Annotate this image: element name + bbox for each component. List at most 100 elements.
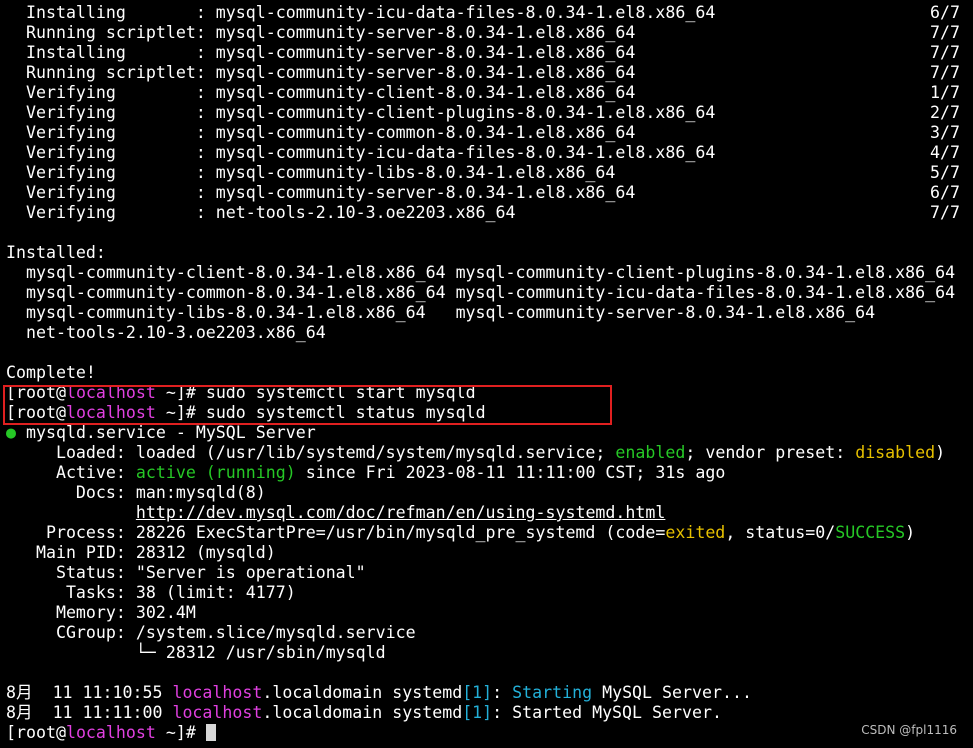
transaction-line: Installing : mysql-community-icu-data-fi… (6, 3, 972, 23)
command-line-start: [root@localhost ~]# sudo systemctl start… (6, 383, 972, 403)
transaction-action: Verifying : (6, 83, 216, 102)
docs-link-line: http://dev.mysql.com/doc/refman/en/using… (6, 503, 972, 523)
transaction-action: Installing : (6, 3, 216, 22)
journal-msg: MySQL Server... (592, 683, 752, 702)
installed-packages-line: mysql-community-client-8.0.34-1.el8.x86_… (6, 263, 956, 282)
current-prompt-line[interactable]: [root@localhost ~]# (6, 723, 972, 743)
installed-packages-line: mysql-community-common-8.0.34-1.el8.x86_… (6, 283, 956, 302)
prompt-close: ~]# (155, 403, 206, 422)
transaction-progress: 2/7 (930, 103, 960, 122)
journal-time: 8月 11 11:10:55 (6, 683, 173, 702)
active-line: Active: active (running) since Fri 2023-… (6, 463, 972, 483)
transaction-line: Verifying : mysql-community-client-8.0.3… (6, 83, 972, 103)
transaction-package: net-tools-2.10-3.oe2203.x86_64 (215, 203, 516, 222)
transaction-action: Verifying : (6, 183, 216, 202)
transaction-package: mysql-community-server-8.0.34-1.el8.x86_… (215, 183, 636, 202)
command-text: sudo systemctl start mysqld (205, 383, 476, 402)
journal-host: localhost (172, 703, 263, 722)
cgroup-line: CGroup: /system.slice/mysqld.service (6, 623, 416, 642)
journal-domain: .localdomain systemd (262, 703, 463, 722)
transaction-action: Running scriptlet: (6, 23, 216, 42)
transaction-progress: 1/7 (930, 83, 960, 102)
process-status-label: , status=0/ (725, 523, 836, 542)
journal-host: localhost (172, 683, 263, 702)
command-text: sudo systemctl status mysqld (205, 403, 486, 422)
service-title: mysqld.service - MySQL Server (16, 423, 316, 442)
journal-line: 8月 11 11:11:00 localhost.localdomain sys… (6, 703, 972, 723)
journal-msg-keyword: Starting (512, 683, 593, 702)
prompt-close: ~]# (155, 383, 206, 402)
enabled-status: enabled (615, 443, 686, 462)
prompt-hostname: localhost (65, 383, 156, 402)
transaction-package: mysql-community-client-8.0.34-1.el8.x86_… (215, 83, 636, 102)
transaction-package: mysql-community-common-8.0.34-1.el8.x86_… (215, 123, 636, 142)
transaction-line: Verifying : mysql-community-libs-8.0.34-… (6, 163, 972, 183)
docs-indent (6, 503, 136, 522)
complete-message: Complete! (6, 363, 96, 382)
prompt-close: ~]# (155, 723, 206, 742)
status-line: Status: "Server is operational" (6, 563, 366, 582)
journal-line: 8月 11 11:10:55 localhost.localdomain sys… (6, 683, 972, 703)
prompt-open: [root@ (6, 403, 66, 422)
text-cursor[interactable] (205, 724, 216, 741)
service-title-line: ● mysqld.service - MySQL Server (6, 423, 972, 443)
main-pid-line: Main PID: 28312 (mysqld) (6, 543, 276, 562)
terminal-output[interactable]: Installing : mysql-community-icu-data-fi… (6, 3, 972, 743)
transaction-progress: 6/7 (930, 3, 960, 22)
transaction-package: mysql-community-icu-data-files-8.0.34-1.… (215, 3, 716, 22)
docs-link[interactable]: http://dev.mysql.com/doc/refman/en/using… (136, 503, 666, 522)
process-exit-code: exited (665, 523, 726, 542)
status-dot-icon: ● (6, 423, 16, 442)
vendor-preset-label: ; vendor preset: (685, 443, 856, 462)
active-since: since Fri 2023-08-11 11:11:00 CST; 31s a… (295, 463, 726, 482)
prompt-open: [root@ (6, 723, 66, 742)
transaction-package: mysql-community-icu-data-files-8.0.34-1.… (215, 143, 716, 162)
transaction-action: Verifying : (6, 103, 216, 122)
transaction-line: Running scriptlet: mysql-community-serve… (6, 63, 972, 83)
active-label: Active: (6, 463, 136, 482)
transaction-line: Verifying : mysql-community-icu-data-fil… (6, 143, 972, 163)
transaction-line: Verifying : net-tools-2.10-3.oe2203.x86_… (6, 203, 972, 223)
journal-msg: Started MySQL Server. (512, 703, 722, 722)
prompt-hostname: localhost (65, 403, 156, 422)
transaction-progress: 7/7 (930, 23, 960, 42)
installed-packages-line: mysql-community-libs-8.0.34-1.el8.x86_64… (6, 303, 876, 322)
process-line: Process: 28226 ExecStartPre=/usr/bin/mys… (6, 523, 972, 543)
transaction-line: Verifying : mysql-community-client-plugi… (6, 103, 972, 123)
transaction-progress: 4/7 (930, 143, 960, 162)
transaction-line: Running scriptlet: mysql-community-serve… (6, 23, 972, 43)
transaction-progress: 7/7 (930, 43, 960, 62)
journal-sep: : (492, 683, 513, 702)
transaction-action: Running scriptlet: (6, 63, 216, 82)
prompt-hostname: localhost (65, 723, 156, 742)
docs-line: Docs: man:mysqld(8) (6, 483, 266, 502)
transaction-package: mysql-community-libs-8.0.34-1.el8.x86_64 (215, 163, 616, 182)
installed-packages-line: net-tools-2.10-3.oe2203.x86_64 (6, 323, 326, 342)
prompt-open: [root@ (6, 383, 66, 402)
transaction-line: Verifying : mysql-community-common-8.0.3… (6, 123, 972, 143)
memory-line: Memory: 302.4M (6, 603, 196, 622)
transaction-progress: 5/7 (930, 163, 960, 182)
cgroup-child-line: └─ 28312 /usr/sbin/mysqld (6, 643, 386, 662)
command-line-status: [root@localhost ~]# sudo systemctl statu… (6, 403, 972, 423)
journal-pid: [1] (462, 683, 493, 702)
watermark: CSDN @fpl1116 (861, 723, 957, 737)
loaded-text: Loaded: loaded (/usr/lib/systemd/system/… (6, 443, 616, 462)
loaded-close: ) (935, 443, 946, 462)
transaction-progress: 7/7 (930, 203, 960, 222)
transaction-line: Verifying : mysql-community-server-8.0.3… (6, 183, 972, 203)
process-success: SUCCESS (835, 523, 906, 542)
process-text: Process: 28226 ExecStartPre=/usr/bin/mys… (6, 523, 666, 542)
active-state: active (running) (135, 463, 296, 482)
transaction-action: Verifying : (6, 203, 216, 222)
loaded-line: Loaded: loaded (/usr/lib/systemd/system/… (6, 443, 972, 463)
transaction-progress: 3/7 (930, 123, 960, 142)
installed-header: Installed: (6, 243, 106, 262)
transaction-package: mysql-community-server-8.0.34-1.el8.x86_… (215, 23, 636, 42)
transaction-line: Installing : mysql-community-server-8.0.… (6, 43, 972, 63)
journal-sep: : (492, 703, 513, 722)
transaction-action: Verifying : (6, 143, 216, 162)
